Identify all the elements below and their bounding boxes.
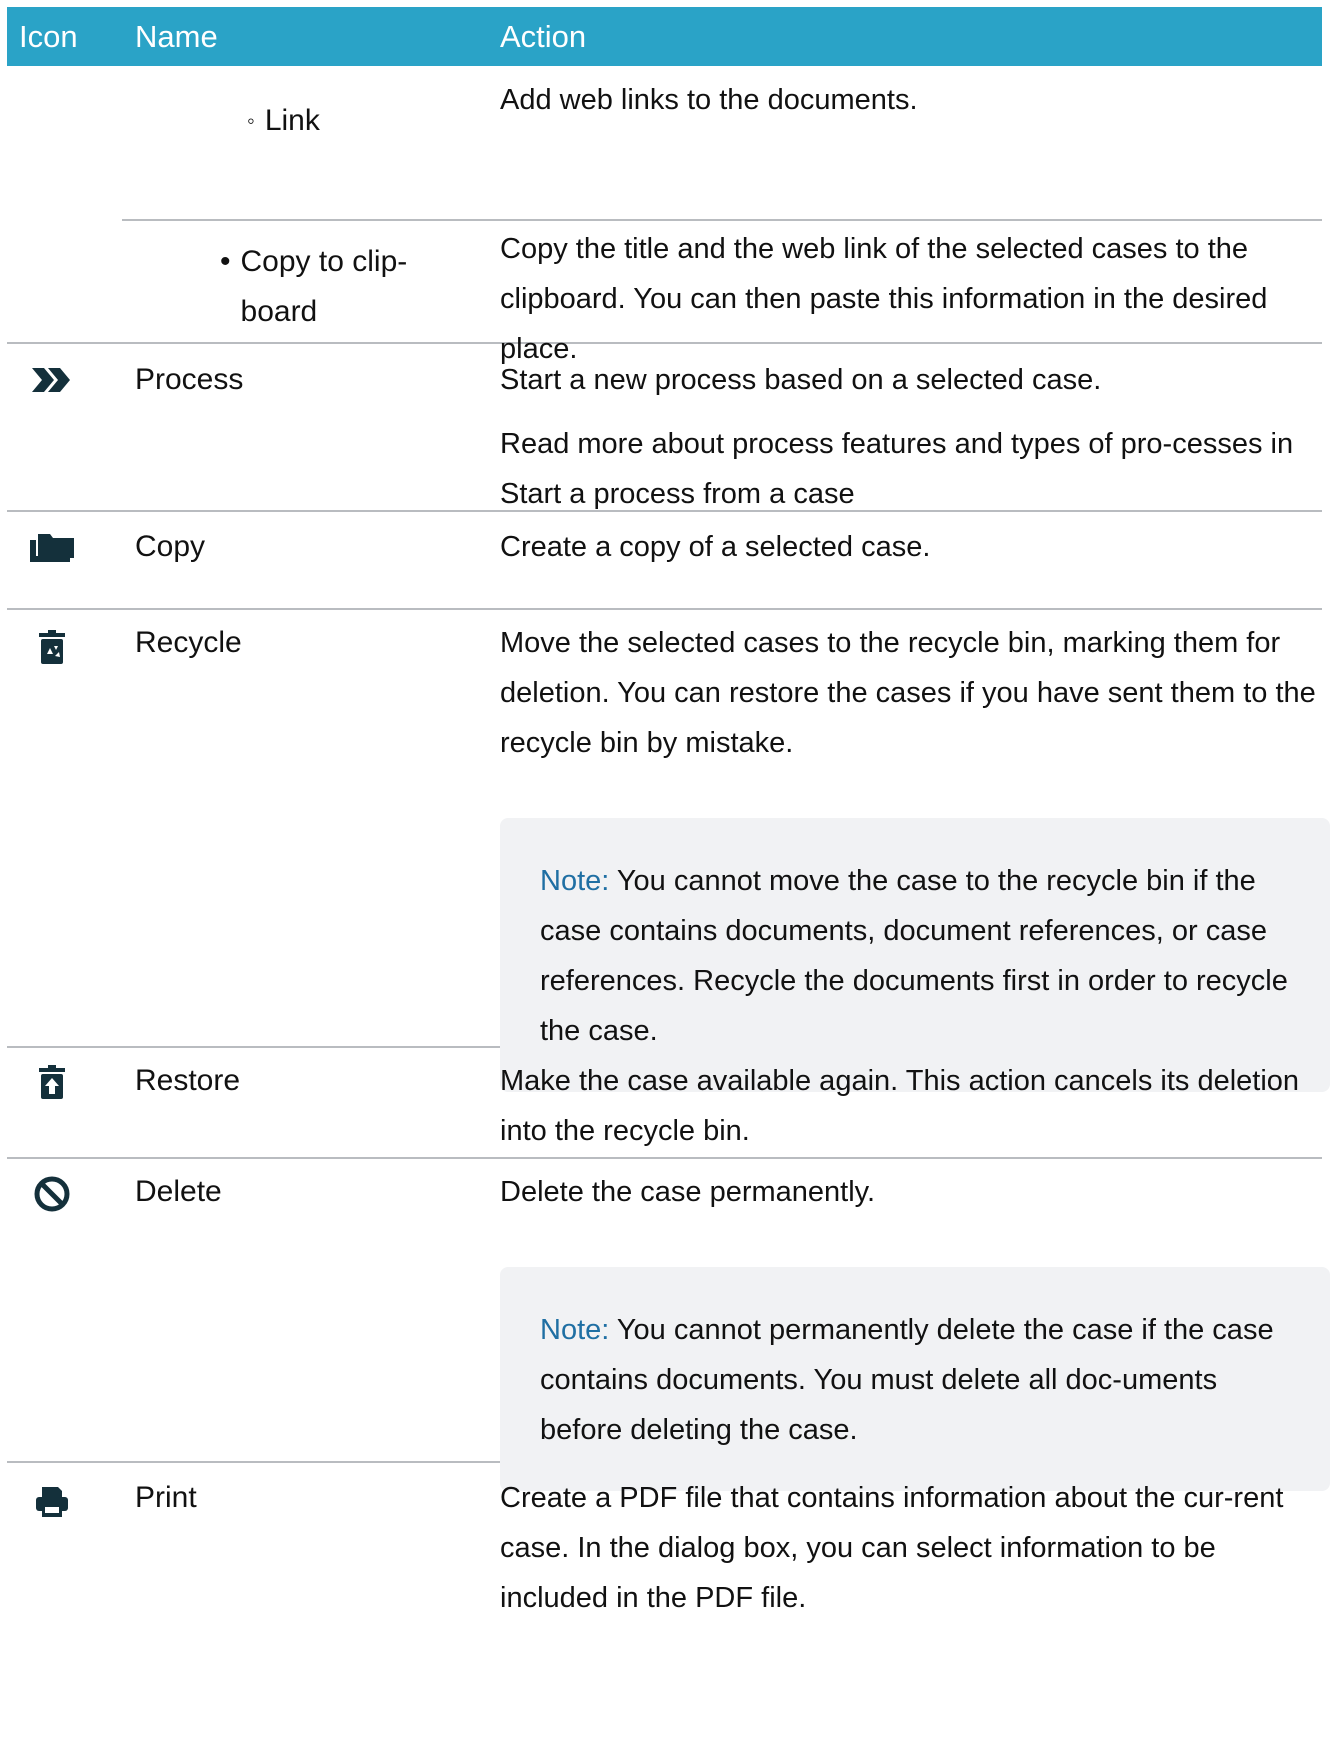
link-label: Link [264, 104, 320, 137]
restore-bin-icon [22, 1057, 82, 1107]
table-row-share-options: ◦ Link Add web links to the documents. •… [7, 66, 1322, 365]
recycle-bin-icon [22, 622, 82, 672]
process-name: Process [135, 363, 244, 396]
print-name: Print [135, 1481, 197, 1514]
header-name-column: Name [135, 19, 218, 54]
printer-icon [22, 1477, 82, 1527]
delete-note-text: You cannot permanently delete the case i… [540, 1314, 1274, 1446]
table-row-copy: Copy Create a copy of a selected case. [7, 512, 1322, 610]
copy-to-clipboard-label-line1: Copy to clip- [240, 245, 408, 278]
delete-name: Delete [135, 1175, 222, 1208]
process-action-p2: Read more about process features and typ… [500, 428, 1294, 510]
header-icon-column: Icon [19, 19, 78, 54]
hollow-bullet-icon: ◦ [247, 108, 255, 133]
table-row-recycle: Recycle Move the selected cases to the r… [7, 610, 1330, 1092]
header-action-column: Action [500, 19, 587, 54]
restore-name: Restore [135, 1064, 241, 1097]
sub-row-link: ◦ Link Add web links to the documents. [122, 66, 1322, 221]
prohibited-icon [22, 1169, 82, 1219]
process-action: Start a new process based on a selected … [500, 355, 1330, 533]
delete-note-label: Note: [540, 1314, 610, 1346]
double-chevron-right-icon [22, 355, 82, 405]
recycle-note-text: You cannot move the case to the recycle … [540, 865, 1288, 1047]
table-row-print: Print Create a PDF file that contains in… [7, 1463, 1322, 1633]
delete-note: Note: You cannot permanently delete the … [500, 1267, 1330, 1491]
delete-action: Delete the case permanently. Note: You c… [500, 1167, 1330, 1491]
folder-copy-icon [22, 522, 82, 572]
copy-name: Copy [135, 530, 206, 563]
copy-to-clipboard-label-line2: board [240, 295, 318, 328]
filled-bullet-icon: • [220, 245, 231, 278]
table-row-process: Process Start a new process based on a s… [7, 344, 1322, 512]
delete-action-text: Delete the case permanently. [500, 1176, 876, 1208]
table-row-restore: Restore Make the case available again. T… [7, 1048, 1322, 1159]
copy-to-clipboard-name: • Copy to clip- board [220, 237, 470, 337]
copy-action: Create a copy of a selected case. [500, 531, 931, 563]
link-action: Add web links to the documents. [500, 84, 918, 116]
table-header: Icon Name Action [7, 7, 1322, 66]
recycle-action: Move the selected cases to the recycle b… [500, 618, 1330, 1092]
recycle-name: Recycle [135, 626, 242, 659]
actions-table: Icon Name Action ◦ Link Add web links to… [7, 7, 1330, 1633]
recycle-note-label: Note: [540, 865, 610, 897]
restore-action: Make the case available again. This acti… [500, 1065, 1300, 1147]
process-action-p1: Start a new process based on a selected … [500, 364, 1102, 396]
table-row-delete: Delete Delete the case permanently. Note… [7, 1159, 1330, 1491]
recycle-action-text: Move the selected cases to the recycle b… [500, 627, 1316, 759]
print-action: Create a PDF file that contains informat… [500, 1482, 1284, 1614]
